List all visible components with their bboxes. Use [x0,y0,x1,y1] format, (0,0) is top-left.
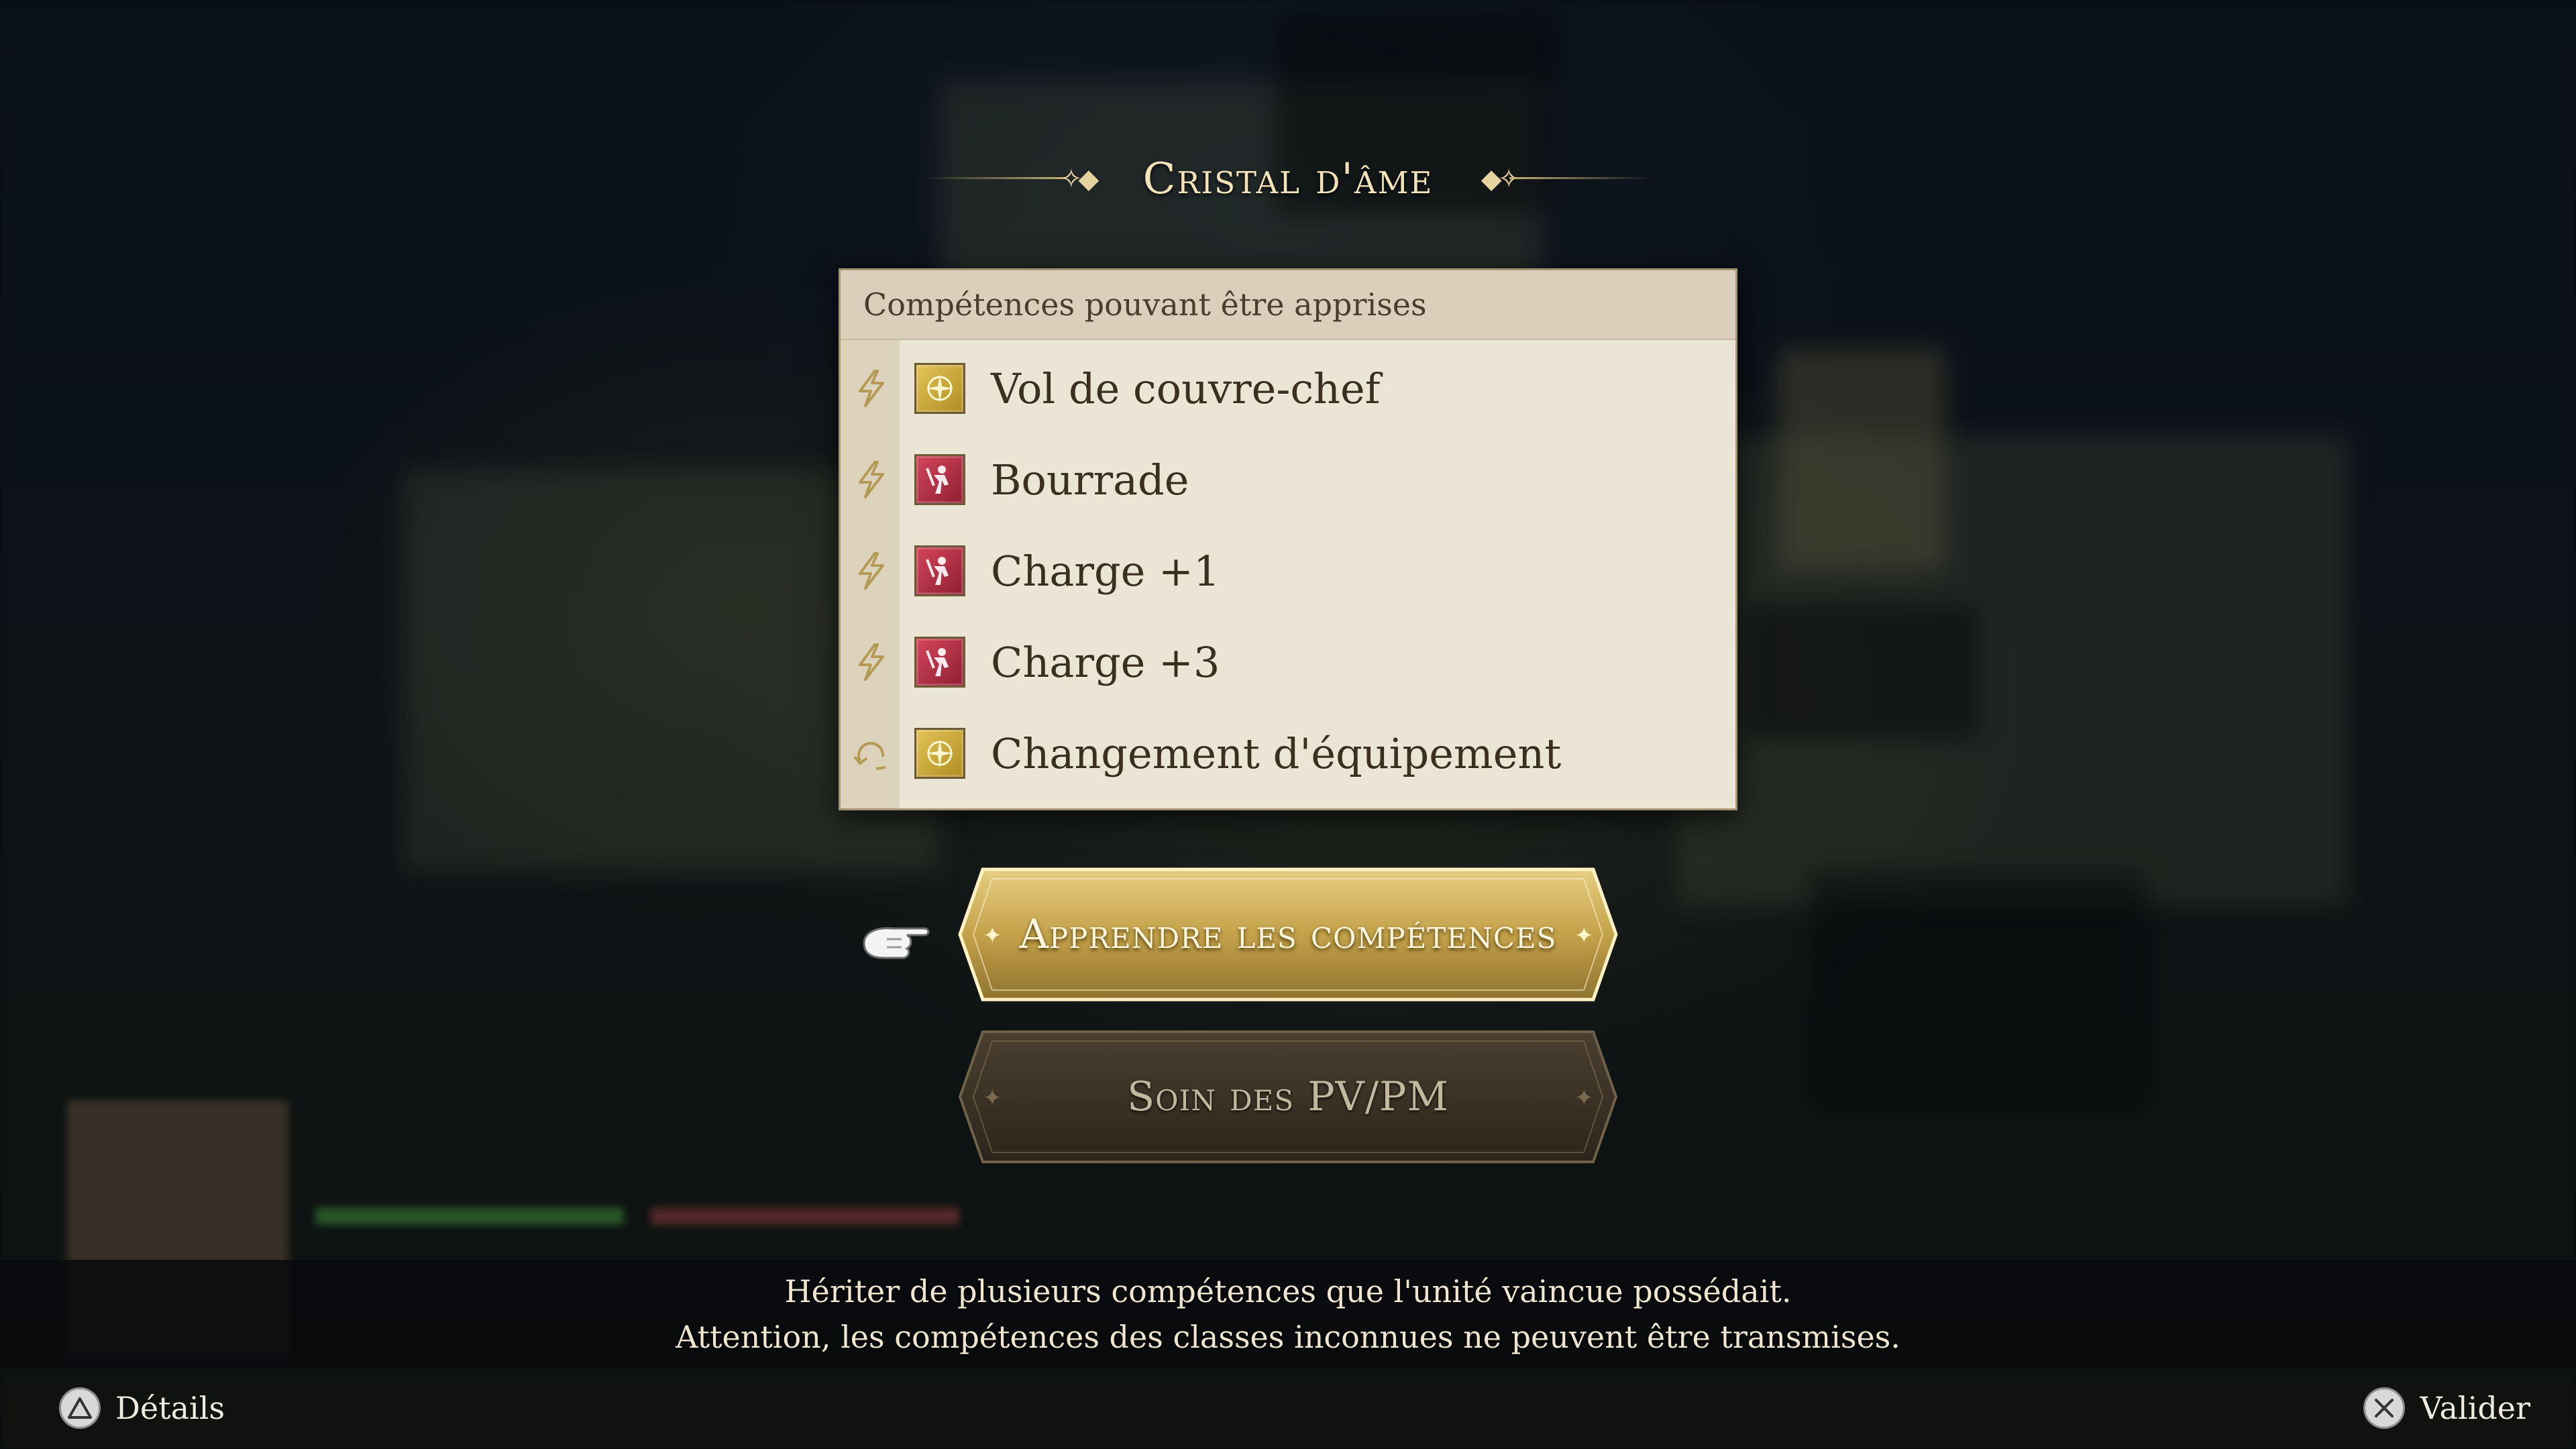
skill-name: Vol de couvre-chef [991,364,1381,413]
warrior-crest-icon [914,637,965,688]
details-prompt[interactable]: Détails [59,1385,225,1432]
learn-skills-button[interactable]: ✦ ✦ Apprendre les compétences [956,864,1620,1005]
description-line: Attention, les compétences des classes i… [676,1319,1900,1355]
learnable-skills-panel: Compétences pouvant être apprises Vol de… [839,268,1737,810]
skill-name: Charge +3 [991,637,1220,687]
page-title: Cristal d'âme [1142,154,1434,204]
triangle-button-icon [59,1387,101,1429]
cycle-icon [850,732,893,775]
confirm-prompt[interactable]: Valider [2363,1385,2530,1432]
details-label: Détails [115,1390,225,1426]
screen-header: ✧◆ Cristal d'âme ◆✧ [926,149,1650,209]
pointing-hand-cursor-icon [863,927,930,959]
skill-name: Changement d'équipement [991,729,1562,778]
svg-text:✦: ✦ [983,922,1002,949]
lightning-icon [850,367,893,410]
help-description: Hériter de plusieurs compétences que l'u… [0,1260,2576,1368]
learn-skills-label: Apprendre les compétences [1019,911,1557,958]
svg-text:✦: ✦ [1574,922,1594,949]
svg-text:✦: ✦ [983,1085,1002,1112]
confirm-label: Valider [2420,1390,2530,1426]
skill-row[interactable]: Bourrade [841,434,1735,525]
lightning-icon [850,641,893,684]
lightning-icon [850,458,893,501]
star-crest-icon [914,728,965,779]
warrior-crest-icon [914,545,965,596]
ornament-left-icon: ✧◆ [1060,164,1099,195]
warrior-crest-icon [914,454,965,505]
panel-header: Compétences pouvant être apprises [841,270,1735,340]
star-crest-icon [914,363,965,414]
skill-name: Charge +1 [991,546,1220,596]
skill-row[interactable]: Charge +3 [841,616,1735,708]
heal-hp-mp-button[interactable]: ✦ ✦ Soin des PV/PM [956,1026,1620,1167]
svg-text:✦: ✦ [1574,1085,1594,1112]
cross-button-icon [2363,1387,2406,1429]
skill-row[interactable]: Charge +1 [841,525,1735,616]
ornament-right-icon: ◆✧ [1481,164,1520,195]
description-line: Hériter de plusieurs compétences que l'u… [784,1273,1792,1309]
lightning-icon [850,549,893,592]
skill-name: Bourrade [991,455,1189,504]
heal-label: Soin des PV/PM [1127,1073,1449,1120]
skill-row[interactable]: Vol de couvre-chef [841,343,1735,434]
skill-row[interactable]: Changement d'équipement [841,708,1735,799]
